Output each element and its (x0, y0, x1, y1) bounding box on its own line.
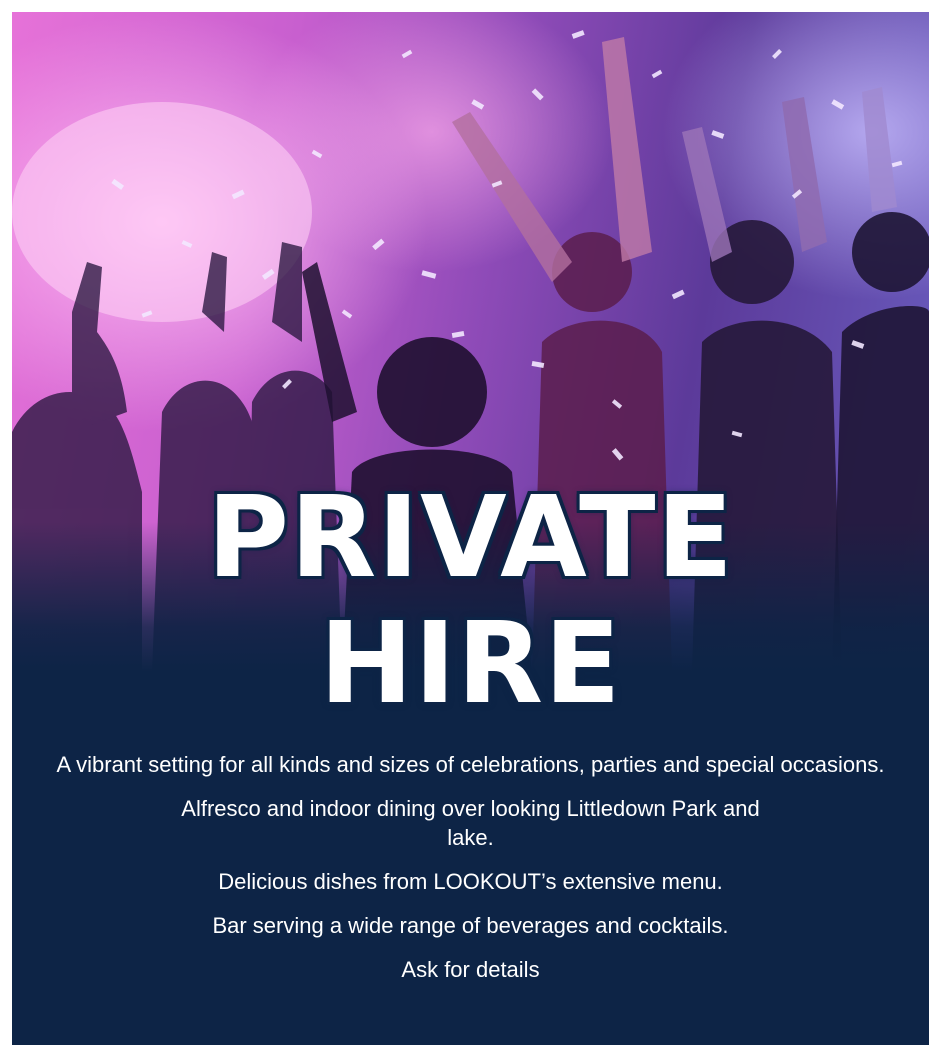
detail-bar: Bar serving a wide range of beverages an… (212, 913, 729, 938)
detail-ask: Ask for details (401, 957, 540, 982)
detail-menu: Delicious dishes from LOOKOUT’s extensiv… (218, 869, 723, 894)
detail-celebrations: A vibrant setting for all kinds and size… (56, 752, 885, 777)
details-list: A vibrant setting for all kinds and size… (52, 750, 889, 999)
private-hire-poster: PRIVATE HIRE A vibrant setting for all k… (12, 12, 929, 1045)
detail-dining: Alfresco and indoor dining over looking … (181, 796, 760, 850)
title-hire: HIRE (319, 599, 622, 729)
title-private: PRIVATE (207, 473, 734, 603)
